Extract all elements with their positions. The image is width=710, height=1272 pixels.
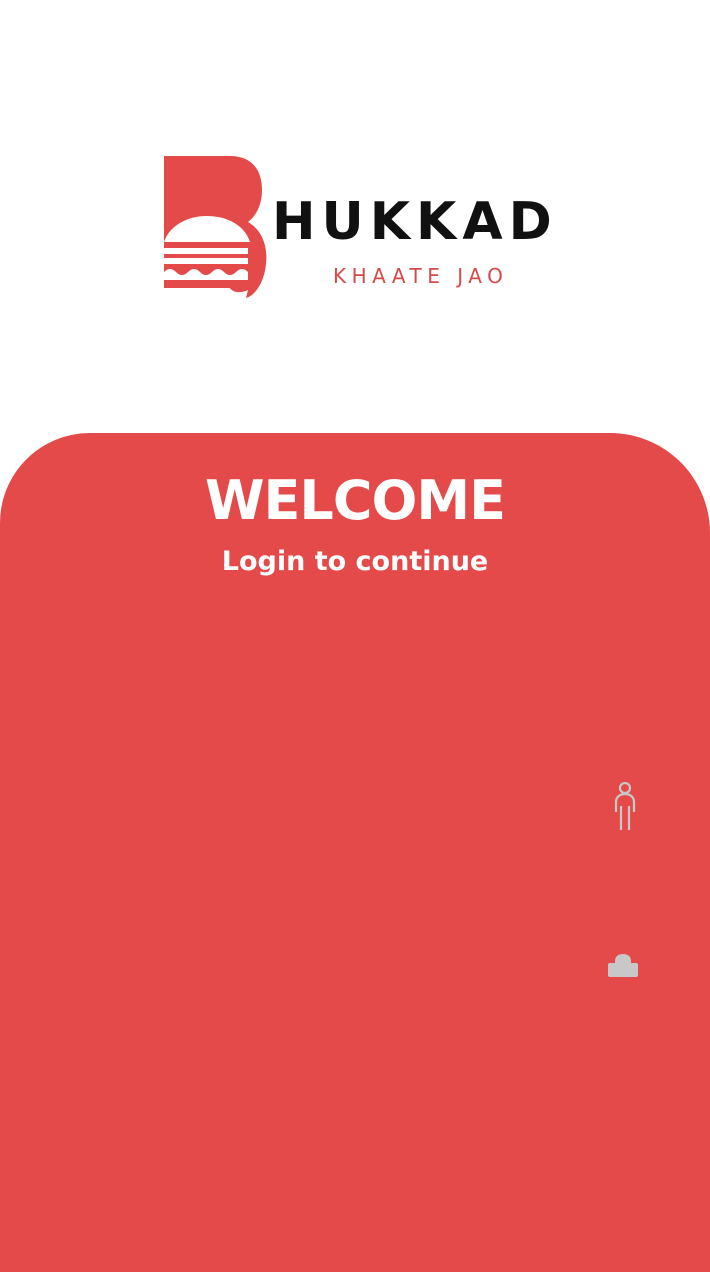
password-input[interactable] [60, 936, 590, 996]
username-field [60, 776, 660, 836]
brand-name: HUKKAD [272, 192, 558, 252]
lock-icon [606, 952, 640, 980]
welcome-title: WELCOME [204, 469, 506, 532]
login-subtitle: Login to continue [221, 546, 489, 577]
password-field [60, 936, 660, 996]
username-input[interactable] [60, 776, 590, 836]
brand-tagline: KHAATE JAO [333, 264, 509, 288]
person-icon [612, 781, 640, 832]
